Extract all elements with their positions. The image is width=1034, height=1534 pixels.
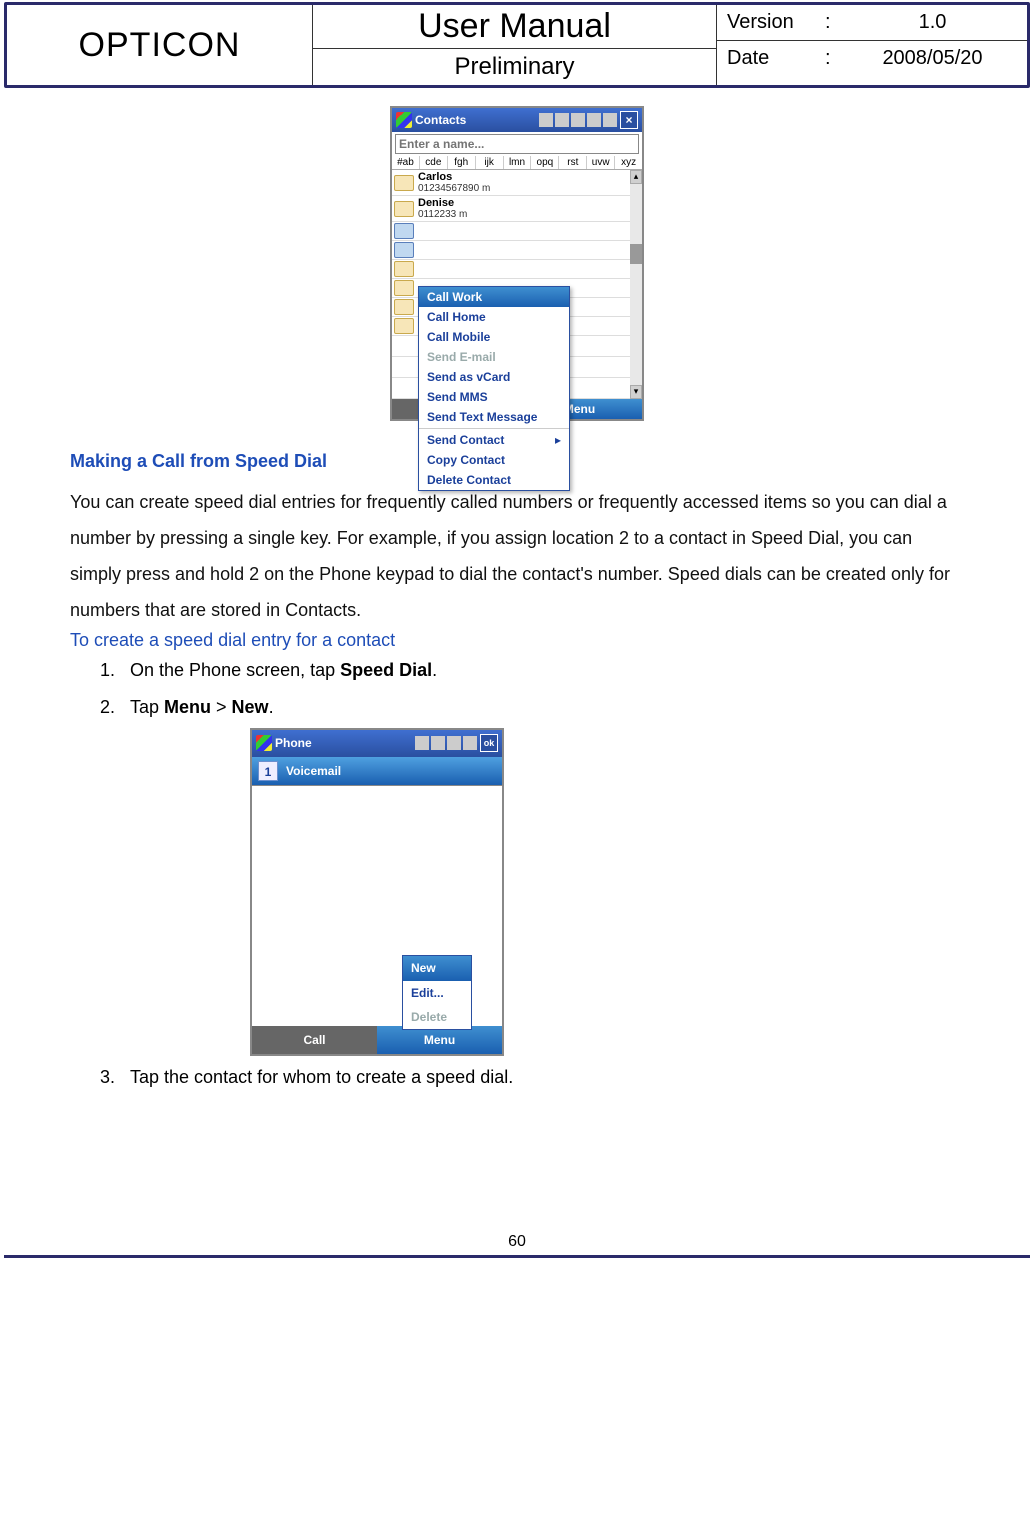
- contact-card-icon: [394, 299, 414, 315]
- menu-item-send-mms[interactable]: Send MMS: [419, 387, 569, 407]
- doc-header: OPTICON User Manual Preliminary Version …: [4, 2, 1030, 88]
- contact-card-icon: [394, 261, 414, 277]
- menu-item-send-vcard[interactable]: Send as vCard: [419, 367, 569, 387]
- menu-item-new[interactable]: New: [403, 956, 471, 980]
- contact-row[interactable]: Denise 0112233 m: [392, 196, 630, 222]
- steps-list: On the Phone screen, tap Speed Dial. Tap…: [120, 655, 964, 1093]
- bell-icon[interactable]: [539, 113, 553, 127]
- version-label: Version: [727, 11, 817, 34]
- phone-screenshot: Phone ok 1 Voicemail: [250, 728, 504, 1056]
- date-value: 2008/05/20: [848, 47, 1017, 70]
- window-title: Contacts: [415, 113, 536, 127]
- speed-dial-number: 1: [258, 761, 278, 781]
- contact-card-icon: [394, 280, 414, 296]
- status-icons: [539, 113, 617, 127]
- sim-card-icon: [394, 223, 414, 239]
- volume-icon[interactable]: [463, 736, 477, 750]
- step-1: On the Phone screen, tap Speed Dial.: [120, 655, 964, 686]
- mini-menu: New Edit... Delete: [402, 955, 472, 1030]
- doc-subtitle: Preliminary: [313, 49, 716, 85]
- context-menu: Call Work Call Home Call Mobile Send E-m…: [418, 286, 570, 491]
- ok-button[interactable]: ok: [480, 734, 498, 752]
- scroll-thumb[interactable]: [630, 244, 642, 264]
- contact-row[interactable]: [392, 241, 630, 260]
- menu-item-call-mobile[interactable]: Call Mobile: [419, 327, 569, 347]
- contacts-screenshot: Contacts × #ab cde fgh ijk lmn opq: [390, 106, 644, 421]
- keyboard-icon[interactable]: [555, 113, 569, 127]
- step-3: Tap the contact for whom to create a spe…: [120, 1062, 964, 1093]
- title-bar: Contacts ×: [392, 108, 642, 132]
- window-title: Phone: [275, 733, 412, 753]
- contact-row[interactable]: Carlos 01234567890 m: [392, 170, 630, 196]
- menu-item-call-work[interactable]: Call Work: [419, 287, 569, 307]
- scroll-down-icon[interactable]: ▾: [630, 385, 642, 399]
- contact-card-icon: [394, 175, 414, 191]
- alpha-index[interactable]: #ab cde fgh ijk lmn opq rst uvw xyz: [392, 156, 642, 170]
- contact-row[interactable]: [392, 260, 630, 279]
- contact-card-icon: [394, 318, 414, 334]
- menu-item-call-home[interactable]: Call Home: [419, 307, 569, 327]
- start-icon[interactable]: [256, 735, 272, 751]
- menu-item-send-contact[interactable]: Send Contact: [419, 430, 569, 450]
- close-icon[interactable]: ×: [620, 111, 638, 129]
- soft-call[interactable]: Call: [252, 1026, 377, 1054]
- contact-card-icon: [394, 201, 414, 217]
- step-2: Tap Menu > New. Phone ok: [120, 692, 964, 1057]
- menu-item-send-text[interactable]: Send Text Message: [419, 407, 569, 427]
- menu-item-delete: Delete: [403, 1005, 471, 1029]
- brand: OPTICON: [7, 5, 313, 85]
- menu-item-send-email: Send E-mail: [419, 347, 569, 367]
- sync-icon[interactable]: [571, 113, 585, 127]
- voicemail-row[interactable]: 1 Voicemail: [252, 757, 502, 786]
- volume-icon[interactable]: [603, 113, 617, 127]
- scrollbar[interactable]: ▴ ▾: [630, 170, 642, 399]
- signal-icon[interactable]: [587, 113, 601, 127]
- version-value: 1.0: [848, 11, 1017, 34]
- start-icon[interactable]: [396, 112, 412, 128]
- date-label: Date: [727, 47, 817, 70]
- footer-divider: [4, 1255, 1030, 1258]
- page-number: 60: [0, 1233, 1034, 1255]
- signal-icon[interactable]: [447, 736, 461, 750]
- status-icons: [415, 736, 477, 750]
- body-paragraph: You can create speed dial entries for fr…: [70, 484, 964, 628]
- sync-icon[interactable]: [431, 736, 445, 750]
- keyboard-icon[interactable]: [415, 736, 429, 750]
- sim-card-icon: [394, 242, 414, 258]
- name-search-input[interactable]: [395, 134, 639, 154]
- voicemail-label: Voicemail: [286, 761, 341, 781]
- doc-title: User Manual: [313, 5, 716, 49]
- menu-item-edit[interactable]: Edit...: [403, 981, 471, 1005]
- menu-item-copy-contact[interactable]: Copy Contact: [419, 450, 569, 470]
- sub-heading: To create a speed dial entry for a conta…: [70, 630, 964, 651]
- menu-item-delete-contact[interactable]: Delete Contact: [419, 470, 569, 490]
- contact-row[interactable]: [392, 222, 630, 241]
- scroll-up-icon[interactable]: ▴: [630, 170, 642, 184]
- title-bar: Phone ok: [252, 730, 502, 756]
